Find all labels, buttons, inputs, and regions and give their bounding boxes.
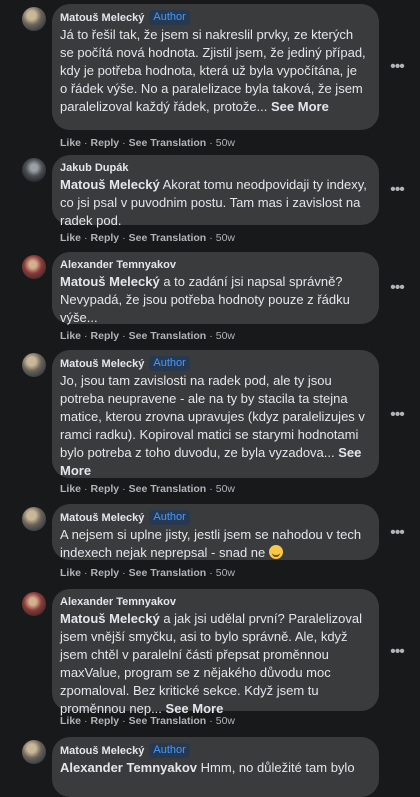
comment-text: A nejsem si uplne jisty, jestli jsem se … xyxy=(60,527,362,560)
comment-bubble: Jakub Dupák Matouš Melecký Akorat tomu n… xyxy=(52,155,379,228)
comment-actions: Like · Reply · See Translation · 50w xyxy=(60,483,235,495)
more-options-icon[interactable]: ••• xyxy=(386,277,408,299)
comment-author[interactable]: Matouš Melecký xyxy=(60,511,144,525)
comment-author[interactable]: Alexander Temnyakov xyxy=(60,258,176,272)
timestamp[interactable]: 50w xyxy=(216,483,235,495)
smiley-emoji-icon xyxy=(268,545,283,559)
comment-bubble: Matouš Melecký Author Já to řešil tak, ž… xyxy=(52,4,379,130)
mention-link[interactable]: Alexander Temnyakov xyxy=(60,760,197,775)
comment-author[interactable]: Matouš Melecký xyxy=(60,11,144,25)
avatar[interactable] xyxy=(22,507,46,531)
comment-text: Jo, jsou tam zavislosti na radek pod, al… xyxy=(60,373,365,478)
like-button[interactable]: Like xyxy=(60,232,81,244)
reply-button[interactable]: Reply xyxy=(91,330,120,342)
comment-bubble: Matouš Melecký Author A nejsem si uplne … xyxy=(52,504,379,560)
reply-button[interactable]: Reply xyxy=(91,137,120,149)
comment-bubble: Matouš Melecký Author Jo, jsou tam zavis… xyxy=(52,350,379,478)
mention-link[interactable]: Matouš Melecký xyxy=(60,611,160,626)
see-translation-button[interactable]: See Translation xyxy=(129,715,207,727)
see-translation-button[interactable]: See Translation xyxy=(129,137,207,149)
comment-bubble: Alexander Temnyakov Matouš Melecký a to … xyxy=(52,252,379,325)
more-options-icon[interactable]: ••• xyxy=(386,522,408,544)
comment-text: Matouš Melecký Akorat tomu neodpovidaji … xyxy=(60,177,367,228)
see-translation-button[interactable]: See Translation xyxy=(129,483,207,495)
like-button[interactable]: Like xyxy=(60,483,81,495)
like-button[interactable]: Like xyxy=(60,715,81,727)
timestamp[interactable]: 50w xyxy=(216,330,235,342)
timestamp[interactable]: 50w xyxy=(216,567,235,579)
avatar[interactable] xyxy=(22,7,46,31)
author-badge: Author xyxy=(149,356,190,371)
comment-text: Matouš Melecký a jak jsi udělal první? P… xyxy=(60,611,363,716)
comment-bubble: Alexander Temnyakov Matouš Melecký a jak… xyxy=(52,589,379,716)
comment-actions: Like · Reply · See Translation · 50w xyxy=(60,137,235,149)
like-button[interactable]: Like xyxy=(60,567,81,579)
author-badge: Author xyxy=(149,743,190,758)
reply-button[interactable]: Reply xyxy=(91,483,120,495)
comment-actions: Like · Reply · See Translation · 50w xyxy=(60,330,235,342)
timestamp[interactable]: 50w xyxy=(216,715,235,727)
reply-button[interactable]: Reply xyxy=(91,232,120,244)
more-options-icon[interactable]: ••• xyxy=(386,641,408,663)
comment-actions: Like · Reply · See Translation · 50w xyxy=(60,232,235,244)
comment-author[interactable]: Alexander Temnyakov xyxy=(60,595,176,609)
author-badge: Author xyxy=(149,510,190,525)
more-options-icon[interactable]: ••• xyxy=(386,56,408,78)
comment-actions: Like · Reply · See Translation · 50w xyxy=(60,567,235,579)
more-options-icon[interactable]: ••• xyxy=(386,179,408,201)
comment-text: Já to řešil tak, že jsem si nakreslil pr… xyxy=(60,27,366,114)
comment-bubble: Matouš Melecký Author Alexander Temnyako… xyxy=(52,737,379,797)
more-options-icon[interactable]: ••• xyxy=(386,404,408,426)
avatar[interactable] xyxy=(22,158,46,182)
mention-link[interactable]: Matouš Melecký xyxy=(60,274,160,289)
see-translation-button[interactable]: See Translation xyxy=(129,232,207,244)
reply-button[interactable]: Reply xyxy=(91,715,120,727)
avatar[interactable] xyxy=(22,592,46,616)
comment-actions: Like · Reply · See Translation · 50w xyxy=(60,715,235,727)
comment-thread: Matouš Melecký Author Já to řešil tak, ž… xyxy=(0,0,420,797)
author-badge: Author xyxy=(149,10,190,25)
like-button[interactable]: Like xyxy=(60,330,81,342)
comment-text: Matouš Melecký a to zadání jsi napsal sp… xyxy=(60,274,350,325)
avatar[interactable] xyxy=(22,353,46,377)
avatar[interactable] xyxy=(22,740,46,764)
like-button[interactable]: Like xyxy=(60,137,81,149)
timestamp[interactable]: 50w xyxy=(216,232,235,244)
comment-author[interactable]: Matouš Melecký xyxy=(60,357,144,371)
see-more-link[interactable]: See More xyxy=(271,99,329,114)
comment-text: Alexander Temnyakov Hmm, no důležité tam… xyxy=(60,760,355,775)
mention-link[interactable]: Matouš Melecký xyxy=(60,177,160,192)
see-translation-button[interactable]: See Translation xyxy=(129,567,207,579)
see-translation-button[interactable]: See Translation xyxy=(129,330,207,342)
comment-author[interactable]: Jakub Dupák xyxy=(60,161,128,175)
comment-author[interactable]: Matouš Melecký xyxy=(60,744,144,758)
reply-button[interactable]: Reply xyxy=(91,567,120,579)
timestamp[interactable]: 50w xyxy=(216,137,235,149)
avatar[interactable] xyxy=(22,255,46,279)
